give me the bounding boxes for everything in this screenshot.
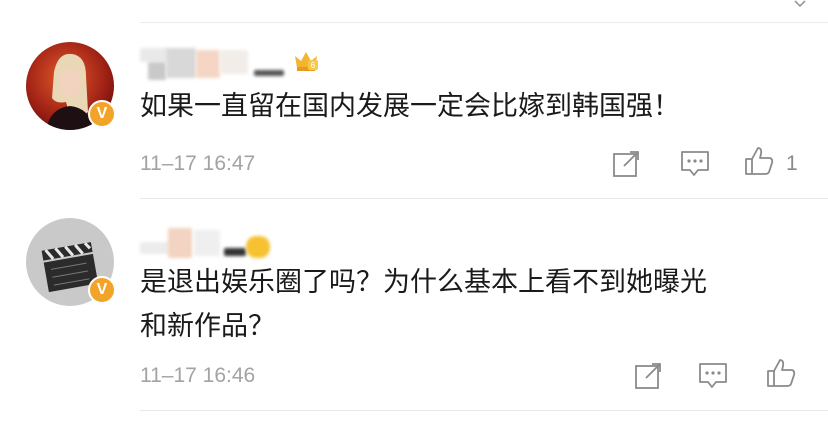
comment-text: 如果一直留在国内发展一定会比嫁到韩国强！ (140, 91, 680, 122)
comment-time: 11–17 16:46 (140, 364, 256, 387)
svg-text:6: 6 (311, 61, 316, 70)
like-icon[interactable] (764, 356, 798, 390)
verified-badge: V (88, 100, 116, 128)
username-redacted[interactable] (140, 222, 320, 260)
like-count: 1 (786, 152, 798, 175)
comment-divider (140, 410, 828, 411)
share-icon[interactable] (610, 146, 644, 180)
comment-text-line1: 是退出娱乐圈了吗？为什么基本上看不到她曝光 (140, 267, 707, 298)
comment-item: V 是退出娱乐圈了吗？为什么基本上看不到她曝光 和新作品？ 11–17 16:4… (0, 212, 828, 412)
like-icon[interactable] (742, 144, 776, 178)
comment-icon[interactable] (696, 358, 730, 392)
share-icon[interactable] (632, 358, 666, 392)
comment-text-line2: 和新作品？ (140, 311, 275, 342)
comment-time: 11–17 16:47 (140, 152, 256, 175)
comment-divider (140, 198, 828, 199)
verified-badge: V (88, 276, 116, 304)
comment-icon[interactable] (678, 146, 712, 180)
comment-item: V 6 如果一直留在国内发展一定会比嫁到韩国强！ 11–17 16:47 1 (0, 34, 828, 200)
top-divider (140, 22, 828, 23)
chevron-down-icon[interactable] (794, 0, 806, 8)
crown-icon: 6 (295, 52, 318, 71)
